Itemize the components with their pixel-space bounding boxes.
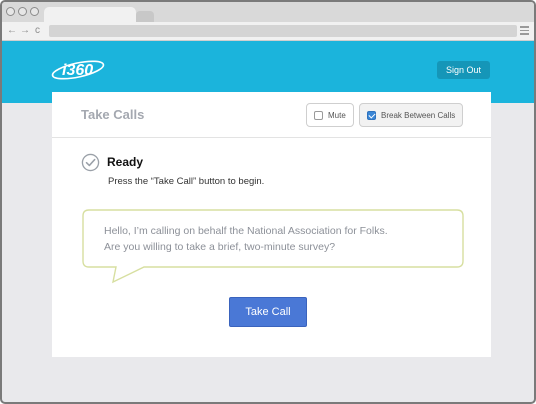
take-call-button[interactable]: Take Call bbox=[229, 297, 307, 327]
menu-icon[interactable] bbox=[520, 26, 529, 35]
mute-label: Mute bbox=[328, 110, 346, 120]
mute-toggle[interactable]: Mute bbox=[306, 103, 354, 127]
script-line-2: Are you willing to take a brief, two-min… bbox=[104, 241, 336, 253]
status-title: Ready bbox=[107, 155, 144, 169]
take-calls-card: Take Calls Mute Break Between Calls Read… bbox=[52, 92, 491, 357]
forward-arrow-icon[interactable]: → bbox=[20, 24, 30, 38]
status-instruction: Press the “Take Call” button to begin. bbox=[108, 176, 265, 187]
logo-icon: i360 bbox=[51, 60, 105, 80]
browser-tab[interactable] bbox=[44, 7, 136, 22]
reload-icon[interactable]: c bbox=[35, 24, 40, 38]
break-between-calls-toggle[interactable]: Break Between Calls bbox=[359, 103, 464, 127]
card-header: Take Calls Mute Break Between Calls bbox=[52, 92, 491, 138]
address-bar[interactable] bbox=[49, 25, 517, 37]
page-title: Take Calls bbox=[81, 107, 145, 122]
new-tab-button[interactable] bbox=[136, 11, 154, 22]
back-arrow-icon[interactable]: ← bbox=[7, 24, 17, 38]
sign-out-button[interactable]: Sign Out bbox=[437, 61, 490, 79]
mute-checkbox-icon[interactable] bbox=[314, 110, 323, 120]
window-minimize-icon[interactable] bbox=[18, 7, 27, 16]
browser-toolbar: ← → c bbox=[2, 22, 534, 41]
browser-titlebar bbox=[2, 2, 534, 22]
script-line-1: Hello, I’m calling on behalf the Nationa… bbox=[104, 225, 388, 237]
window-maximize-icon[interactable] bbox=[30, 7, 39, 16]
browser-window: ← → c i360 Sign Out Take Calls Mute Brea… bbox=[0, 0, 536, 404]
break-checkbox-icon[interactable] bbox=[367, 110, 376, 120]
svg-text:i360: i360 bbox=[62, 62, 93, 79]
break-between-calls-label: Break Between Calls bbox=[381, 110, 456, 120]
window-close-icon[interactable] bbox=[6, 7, 15, 16]
call-script-text: Hello, I’m calling on behalf the Nationa… bbox=[104, 223, 454, 255]
check-circle-icon bbox=[81, 153, 100, 172]
